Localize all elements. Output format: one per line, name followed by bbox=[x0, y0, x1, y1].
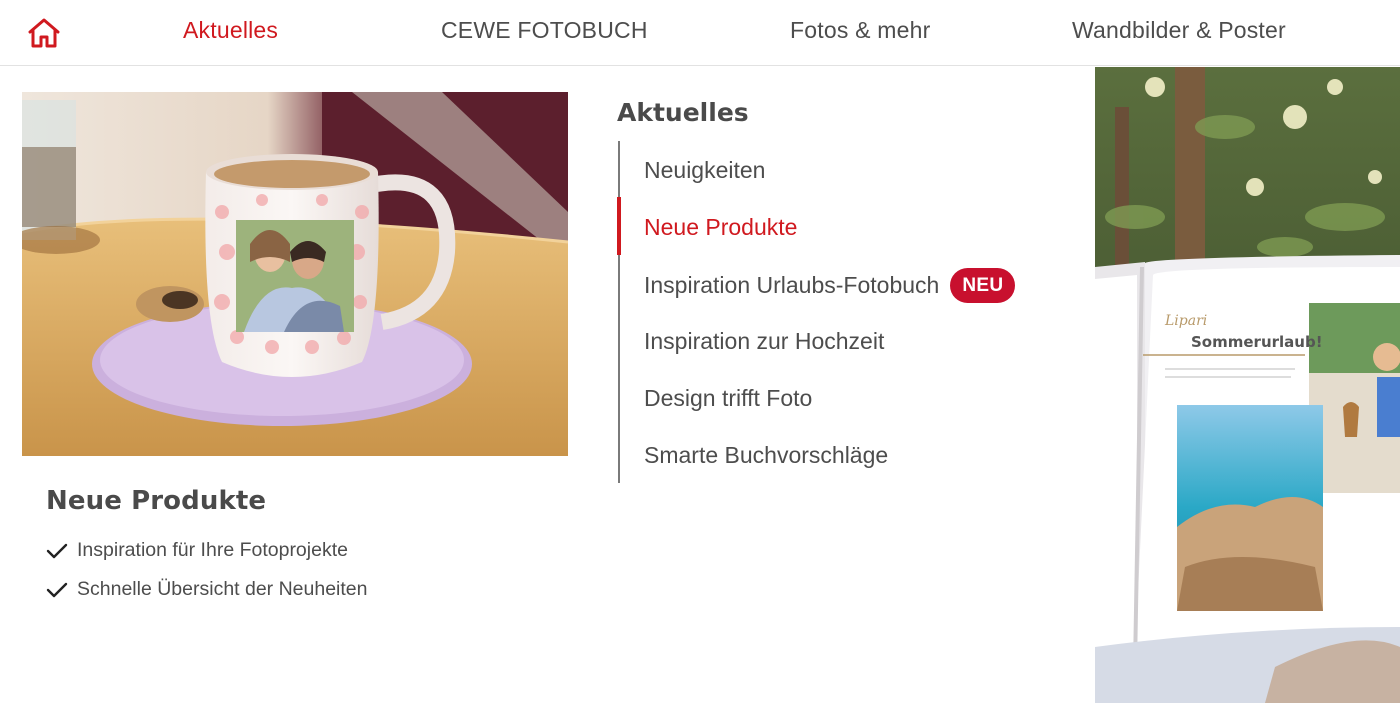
feature-bullet-text: Schnelle Übersicht der Neuheiten bbox=[77, 578, 368, 600]
nav-item-aktuelles[interactable]: Aktuelles bbox=[183, 17, 278, 44]
feature-bullet: Inspiration für Ihre Fotoprojekte bbox=[46, 539, 348, 562]
nav-item-fotos-mehr[interactable]: Fotos & mehr bbox=[790, 17, 930, 44]
check-icon bbox=[46, 582, 68, 597]
submenu-item-neuigkeiten[interactable]: Neuigkeiten bbox=[644, 157, 765, 184]
nav-item-cewe-fotobuch[interactable]: CEWE FOTOBUCH bbox=[441, 17, 648, 44]
promo-image-photobook[interactable]: Lipari Sommerurlaub! bbox=[1095, 67, 1400, 703]
submenu-item-smarte-buchvorschlaege[interactable]: Smarte Buchvorschläge bbox=[644, 442, 888, 469]
home-icon[interactable] bbox=[26, 16, 62, 50]
active-indicator bbox=[617, 197, 621, 255]
submenu-item-label: Smarte Buchvorschläge bbox=[644, 442, 889, 468]
submenu-item-design-trifft-foto[interactable]: Design trifft Foto bbox=[644, 385, 812, 412]
feature-image-mug[interactable] bbox=[22, 92, 568, 456]
photobook-script: Lipari bbox=[1164, 313, 1207, 329]
feature-bullet-text: Inspiration für Ihre Fotoprojekte bbox=[77, 539, 348, 561]
nav-item-wandbilder-poster[interactable]: Wandbilder & Poster bbox=[1072, 17, 1286, 44]
submenu-list: Neuigkeiten Neue Produkte Inspiration Ur… bbox=[617, 141, 1068, 483]
submenu-item-label: Neuigkeiten bbox=[644, 157, 766, 183]
photobook-headline: Sommerurlaub! bbox=[1191, 333, 1323, 351]
submenu-item-inspiration-urlaubs-fotobuch[interactable]: Inspiration Urlaubs-Fotobuch NEU bbox=[644, 268, 1016, 303]
feature-bullet: Schnelle Übersicht der Neuheiten bbox=[46, 578, 368, 601]
submenu-item-label: Inspiration Urlaubs-Fotobuch bbox=[644, 272, 940, 298]
submenu-title: Aktuelles bbox=[617, 98, 749, 127]
submenu-item-label: Neue Produkte bbox=[644, 214, 798, 240]
feature-title: Neue Produkte bbox=[46, 486, 267, 516]
top-navigation: Aktuelles CEWE FOTOBUCH Fotos & mehr Wan… bbox=[0, 0, 1400, 66]
submenu-item-neue-produkte[interactable]: Neue Produkte bbox=[644, 214, 797, 241]
submenu-item-inspiration-hochzeit[interactable]: Inspiration zur Hochzeit bbox=[644, 328, 884, 355]
new-badge: NEU bbox=[950, 268, 1016, 303]
submenu-item-label: Design trifft Foto bbox=[644, 385, 813, 411]
submenu-item-label: Inspiration zur Hochzeit bbox=[644, 328, 885, 354]
check-icon bbox=[46, 543, 68, 558]
